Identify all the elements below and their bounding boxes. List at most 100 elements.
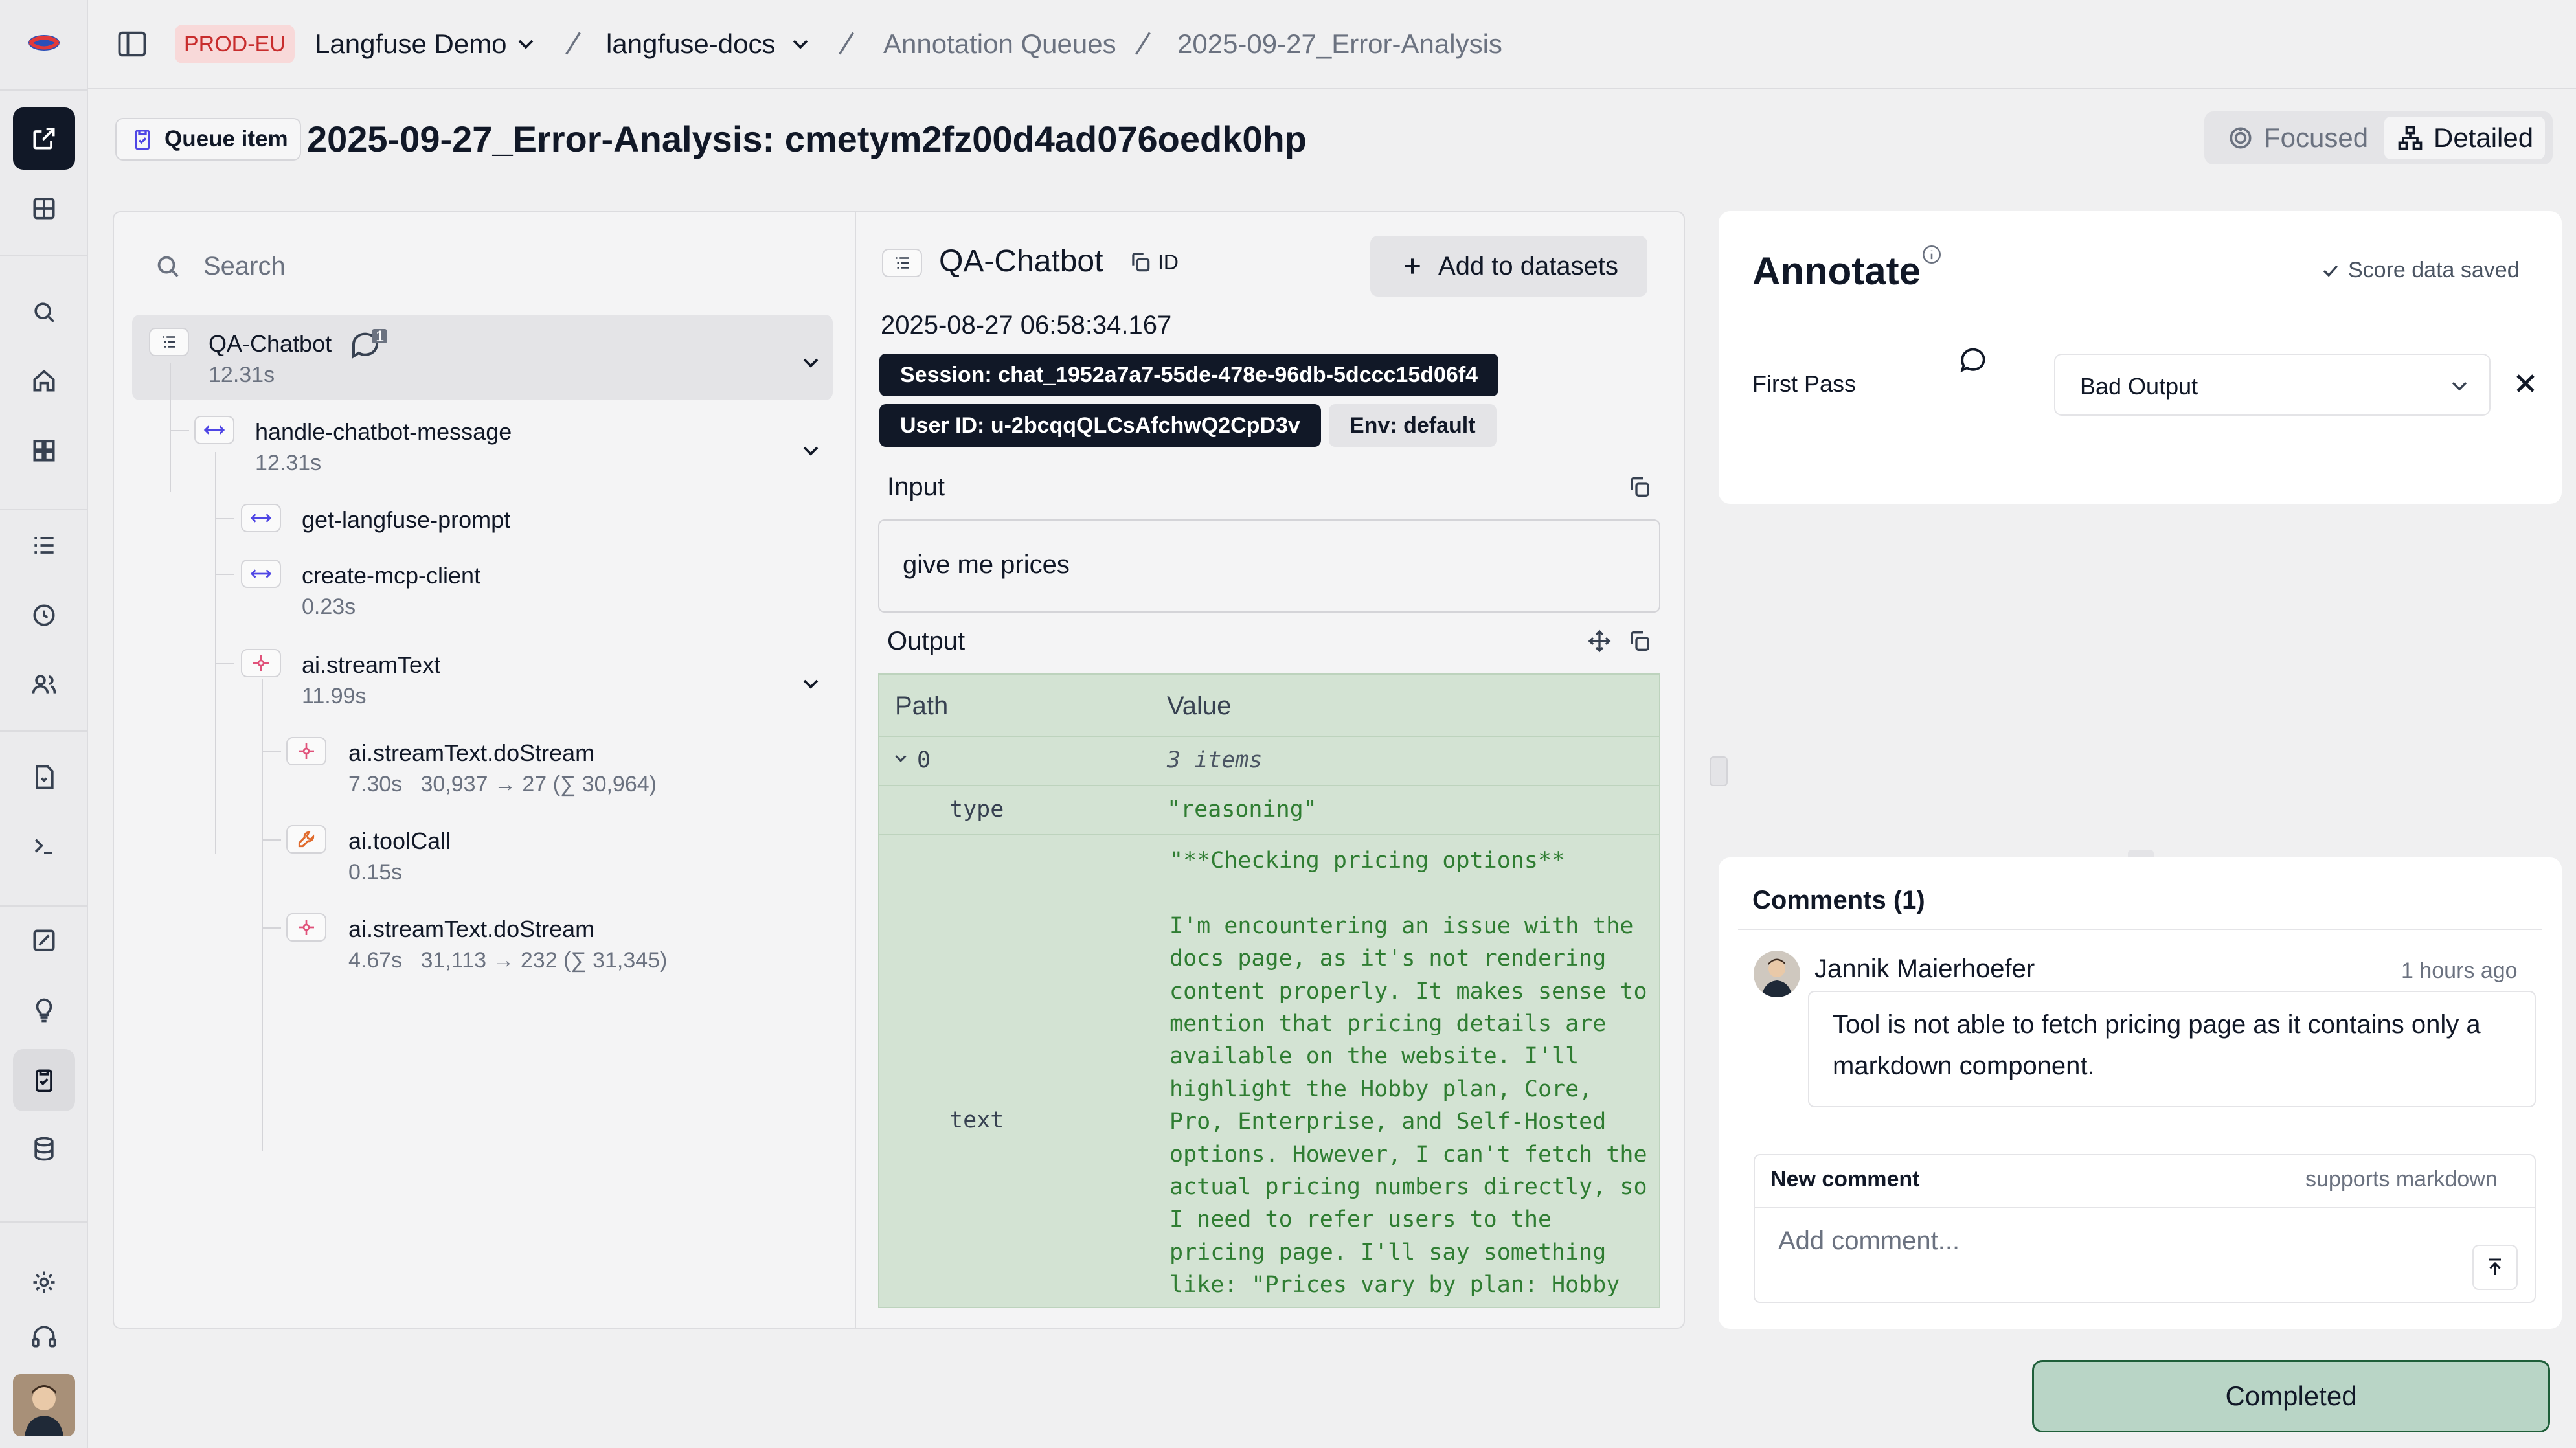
breadcrumb-separator-icon [830,27,863,60]
project-switcher[interactable]: langfuse-docs [606,28,776,60]
comment-input[interactable]: Add comment... [1778,1227,1960,1256]
tree-search[interactable]: Search [153,251,286,281]
chevron-down-icon[interactable] [787,31,813,57]
page-title: 2025-09-27_Error-Analysis: cmetym2fz00d4… [307,119,1307,159]
send-comment-button[interactable] [2472,1245,2518,1290]
traces-icon[interactable] [13,514,75,576]
focus-icon [2226,124,2255,152]
left-rail [0,0,88,1448]
expand-icon[interactable] [1587,628,1612,654]
comment-time: 1 hours ago [2401,958,2518,983]
home-icon[interactable] [13,350,75,412]
input-value-box: give me prices [878,519,1660,613]
tree-node-label: ai.streamText [302,651,441,678]
tree-connector [262,927,281,929]
env-badge: Env: default [1329,404,1497,447]
comment-body: Tool is not able to fetch pricing page a… [1808,991,2536,1107]
divider [1738,929,2542,930]
tree-node-meta: 4.67s 31,113 → 232 (∑ 31,345) [348,948,668,973]
plus-icon [1399,253,1425,279]
trace-tree-pane: Search QA-Chatbot 1 12.31s handle-chatbo… [114,212,855,1328]
resize-handle-icon[interactable] [1710,756,1728,786]
view-detailed-button[interactable]: Detailed [2384,117,2546,159]
tree-connector [262,679,263,1151]
info-icon[interactable] [1921,243,1943,266]
chevron-down-icon[interactable] [798,438,824,464]
chevron-down-icon[interactable] [891,749,910,768]
output-title: Output [887,627,966,655]
tree-node-label: get-langfuse-prompt [302,506,511,533]
view-detailed-label: Detailed [2434,122,2534,153]
output-json-table[interactable]: Path Value 0 3 items type "reasoning" te… [878,673,1660,1308]
session-badge[interactable]: Session: chat_1952a7a7-55de-478e-96db-5d… [879,354,1499,396]
span-icon [241,560,281,588]
scores-icon[interactable] [13,909,75,971]
chevron-down-icon[interactable] [798,350,824,376]
network-icon [2396,124,2424,152]
new-comment-label: New comment [1770,1167,1920,1192]
tree-node-meta: 11.99s [302,684,367,708]
chevron-down-icon[interactable] [798,671,824,697]
tree-node-label: QA-Chatbot [209,330,332,357]
copy-icon[interactable] [1627,628,1653,654]
prompts-icon[interactable] [13,746,75,808]
breadcrumb-annotation-queues[interactable]: Annotation Queues [883,28,1116,60]
generation-icon [286,737,326,765]
annotation-queues-icon[interactable] [13,1049,75,1111]
new-comment-box[interactable]: New comment supports markdown Add commen… [1754,1154,2536,1303]
annotate-card: Annotate Score data saved First Pass Bad… [1719,211,2562,504]
table-icon[interactable] [13,177,75,240]
copy-id-button[interactable]: ID [1128,250,1179,275]
check-icon [2320,260,2342,282]
langfuse-logo[interactable] [13,12,75,74]
environment-badge: PROD-EU [175,25,295,63]
timestamp: 2025-08-27 06:58:34.167 [881,311,1172,339]
datasets-icon[interactable] [13,1118,75,1180]
markdown-hint: supports markdown [2305,1167,2498,1192]
completed-button[interactable]: Completed [2032,1360,2550,1432]
sidebar-toggle-icon[interactable] [115,27,149,61]
comment-icon[interactable] [1957,343,1989,376]
divider [1755,1207,2535,1208]
input-title: Input [887,473,945,501]
breadcrumb-queue[interactable]: 2025-09-27_Error-Analysis [1177,28,1502,60]
copy-icon[interactable] [1627,474,1653,500]
breadcrumb-separator-icon [557,27,589,60]
wrench-icon [286,825,326,854]
sessions-icon[interactable] [13,584,75,646]
view-focused-label: Focused [2264,122,2369,153]
dashboards-icon[interactable] [13,420,75,482]
comment-author: Jannik Maierhoefer [1814,955,2035,983]
tree-connector [215,574,234,575]
add-to-datasets-button[interactable]: Add to datasets [1370,236,1647,297]
input-value: give me prices [903,550,1070,579]
column-value: Value [1167,692,1232,720]
tree-connector [262,751,281,752]
view-focused-button[interactable]: Focused [2215,117,2380,159]
chevron-down-icon [2446,373,2472,399]
chevron-down-icon[interactable] [513,31,539,57]
tree-connector [262,839,281,841]
support-icon[interactable] [13,1317,75,1356]
users-icon[interactable] [13,653,75,715]
close-icon[interactable] [2510,368,2541,399]
lightbulb-icon[interactable] [13,979,75,1041]
save-status-label: Score data saved [2348,258,2520,282]
playground-icon[interactable] [13,815,75,877]
org-switcher[interactable]: Langfuse Demo [315,28,507,60]
search-icon[interactable] [13,281,75,343]
tree-node-label: handle-chatbot-message [255,418,512,445]
tree-connector [215,518,234,519]
comment-count-icon[interactable]: 1 [350,326,389,363]
tree-connector [215,663,234,664]
open-in-new-icon[interactable] [13,107,75,170]
span-icon [194,416,234,444]
tree-node-label: ai.toolCall [348,828,451,854]
column-path: Path [895,692,949,720]
settings-icon[interactable] [13,1251,75,1313]
add-to-datasets-label: Add to datasets [1438,251,1618,280]
score-value-select[interactable]: Bad Output [2054,354,2491,416]
user-id-badge[interactable]: User ID: u-2bcqqQLCsAfchwQ2CpD3v [879,404,1321,447]
user-avatar[interactable] [13,1374,75,1436]
generation-icon [241,649,281,677]
